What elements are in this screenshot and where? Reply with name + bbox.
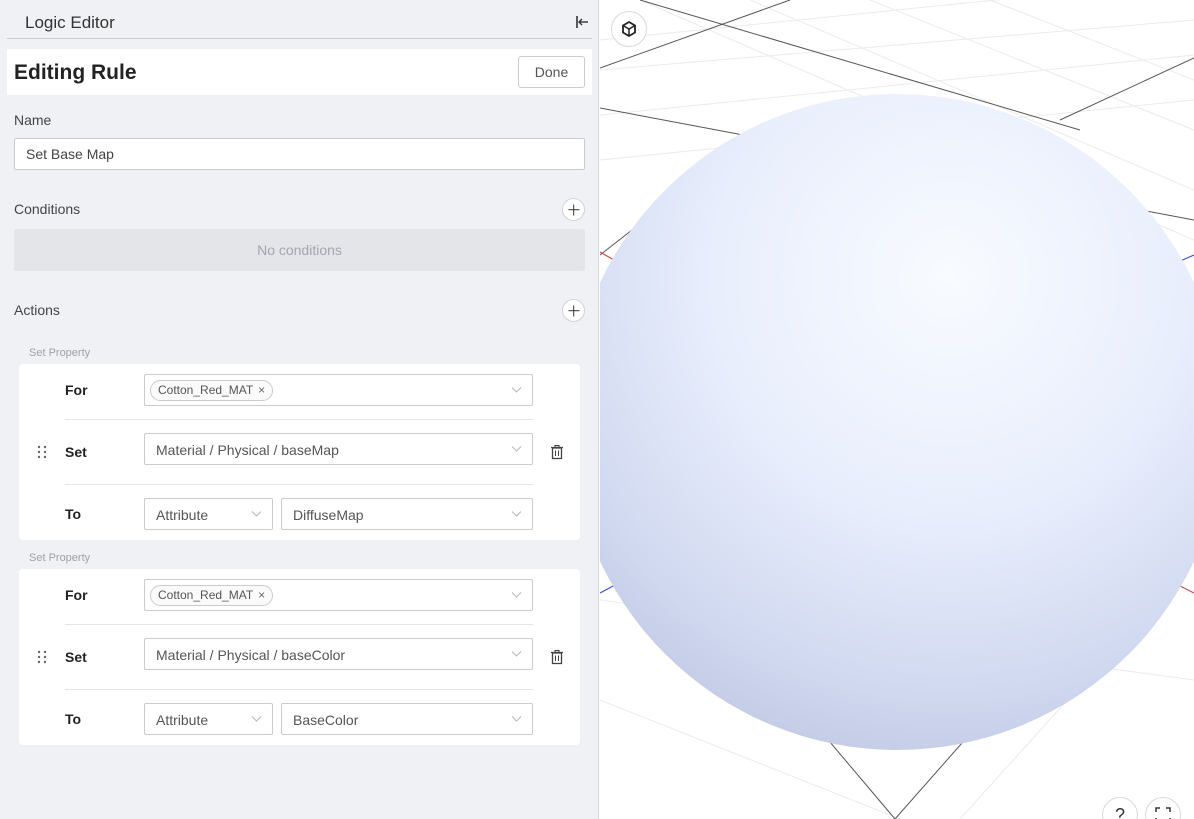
set-label: Set	[65, 444, 87, 460]
rule-name-input[interactable]	[14, 138, 585, 170]
scene-canvas[interactable]	[600, 0, 1194, 819]
chevron-down-icon	[511, 511, 522, 517]
chevron-down-icon	[251, 511, 262, 517]
add-condition-button[interactable]	[562, 198, 585, 221]
collapse-left-icon[interactable]	[574, 14, 590, 30]
conditions-empty-state: No conditions	[14, 229, 585, 271]
target-chip: Cotton_Red_MAT ×	[150, 380, 274, 401]
panel-title: Logic Editor	[25, 13, 115, 32]
ar-cube-icon[interactable]	[611, 11, 647, 47]
value-type-select[interactable]: Attribute	[144, 703, 273, 735]
divider	[65, 689, 533, 690]
done-button[interactable]: Done	[518, 56, 585, 88]
for-label: For	[65, 587, 88, 603]
3d-viewport[interactable]: ?	[600, 0, 1194, 819]
remove-chip-icon[interactable]: ×	[258, 383, 265, 397]
no-conditions-text: No conditions	[257, 242, 342, 258]
sphere-model	[600, 94, 1194, 750]
panel-header: Logic Editor	[7, 0, 592, 39]
action-group-title: Set Property	[29, 552, 91, 564]
fullscreen-icon[interactable]	[1145, 797, 1181, 819]
divider	[65, 484, 533, 485]
chevron-down-icon	[511, 387, 522, 393]
property-select[interactable]: Material / Physical / baseMap	[144, 433, 533, 465]
rule-header: Editing Rule Done	[7, 49, 592, 95]
name-label: Name	[14, 112, 52, 128]
chevron-down-icon	[511, 446, 522, 452]
drag-handle-icon[interactable]	[36, 444, 48, 460]
target-chip: Cotton_Red_MAT ×	[150, 585, 274, 606]
chevron-down-icon	[251, 716, 262, 722]
attribute-select[interactable]: DiffuseMap	[281, 498, 533, 530]
for-select[interactable]: Cotton_Red_MAT ×	[144, 579, 533, 611]
logic-editor-panel: Logic Editor Editing Rule Done Name Cond…	[0, 0, 599, 819]
x-axis-line	[600, 251, 615, 261]
help-label: ?	[1114, 805, 1125, 819]
divider	[65, 624, 533, 625]
for-label: For	[65, 382, 88, 398]
chevron-down-icon	[511, 592, 522, 598]
attribute-value: DiffuseMap	[293, 507, 364, 523]
value-type-select[interactable]: Attribute	[144, 498, 273, 530]
actions-label: Actions	[14, 302, 60, 318]
attribute-value: BaseColor	[293, 712, 359, 728]
to-label: To	[65, 711, 82, 727]
conditions-label: Conditions	[14, 201, 81, 217]
chevron-down-icon	[511, 651, 522, 657]
chevron-down-icon	[511, 716, 522, 722]
property-value: Material / Physical / baseMap	[156, 442, 339, 458]
attribute-select[interactable]: BaseColor	[281, 703, 533, 735]
value-type: Attribute	[156, 712, 209, 728]
delete-action-icon[interactable]	[549, 444, 565, 460]
rule-heading: Editing Rule	[14, 61, 137, 84]
add-action-button[interactable]	[562, 299, 585, 322]
action-card: For Cotton_Red_MAT × Set Material / Physi…	[19, 569, 580, 745]
delete-action-icon[interactable]	[549, 649, 565, 665]
for-select[interactable]: Cotton_Red_MAT ×	[144, 374, 533, 406]
to-label: To	[65, 506, 82, 522]
set-label: Set	[65, 649, 87, 665]
action-group-title: Set Property	[29, 347, 91, 359]
remove-chip-icon[interactable]: ×	[258, 588, 265, 602]
property-select[interactable]: Material / Physical / baseColor	[144, 638, 533, 670]
action-card: For Cotton_Red_MAT × Set Material / Physi…	[19, 364, 580, 540]
value-type: Attribute	[156, 507, 209, 523]
property-value: Material / Physical / baseColor	[156, 647, 346, 663]
drag-handle-icon[interactable]	[36, 649, 48, 665]
divider	[65, 419, 533, 420]
